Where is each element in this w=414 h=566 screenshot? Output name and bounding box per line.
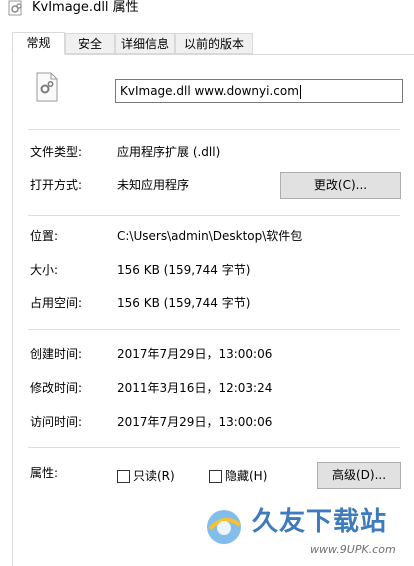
size-on-disk-value: 156 KB (159,744 字节) [117,296,251,310]
accessed-value: 2017年7月29日，13:00:06 [117,415,273,429]
tab-details[interactable]: 详细信息 [115,33,175,54]
tab-security[interactable]: 安全 [65,33,115,54]
tab-previous-versions[interactable]: 以前的版本 [175,33,253,54]
window-title: KvImage.dll 属性 [32,0,139,15]
file-name-input[interactable]: KvImage.dll www.downyi.com [115,79,403,103]
file-type-value: 应用程序扩展 (.dll) [117,145,221,159]
watermark-brand: 久友下载站 [252,507,388,537]
created-value: 2017年7月29日，13:00:06 [117,347,273,361]
separator [28,447,400,448]
file-type-label: 文件类型: [30,145,83,159]
text-caret [299,84,301,99]
brand-logo-icon [207,510,242,544]
open-with-label: 打开方式: [30,178,83,192]
separator [28,215,400,216]
advanced-button[interactable]: 高级(D)... [317,462,401,489]
size-label: 大小: [30,263,59,277]
dll-file-icon [8,0,22,16]
change-button[interactable]: 更改(C)... [280,172,401,199]
created-label: 创建时间: [30,347,83,361]
attributes-label: 属性: [30,466,59,480]
readonly-checkbox[interactable] [117,470,130,483]
modified-value: 2011年3月16日，12:03:24 [117,381,273,395]
open-with-value: 未知应用程序 [117,178,190,192]
location-label: 位置: [30,229,59,243]
size-value: 156 KB (159,744 字节) [117,263,251,277]
tab-general[interactable]: 常规 [12,32,65,55]
separator [28,329,400,330]
watermark-url: www.9UPK.com [310,543,396,556]
location-value: C:\Users\admin\Desktop\软件包 [117,229,303,243]
hidden-label[interactable]: 隐藏(H) [225,468,267,484]
readonly-label[interactable]: 只读(R) [133,468,175,484]
file-name-value: KvImage.dll www.downyi.com [120,84,299,98]
separator [28,129,400,130]
dll-file-icon [36,72,58,102]
size-on-disk-label: 占用空间: [30,296,83,310]
watermark: 久友下载站 www.9UPK.com [200,505,414,566]
modified-label: 修改时间: [30,381,83,395]
hidden-checkbox[interactable] [209,470,222,483]
accessed-label: 访问时间: [30,415,83,429]
title-bar: KvImage.dll 属性 [0,0,414,30]
